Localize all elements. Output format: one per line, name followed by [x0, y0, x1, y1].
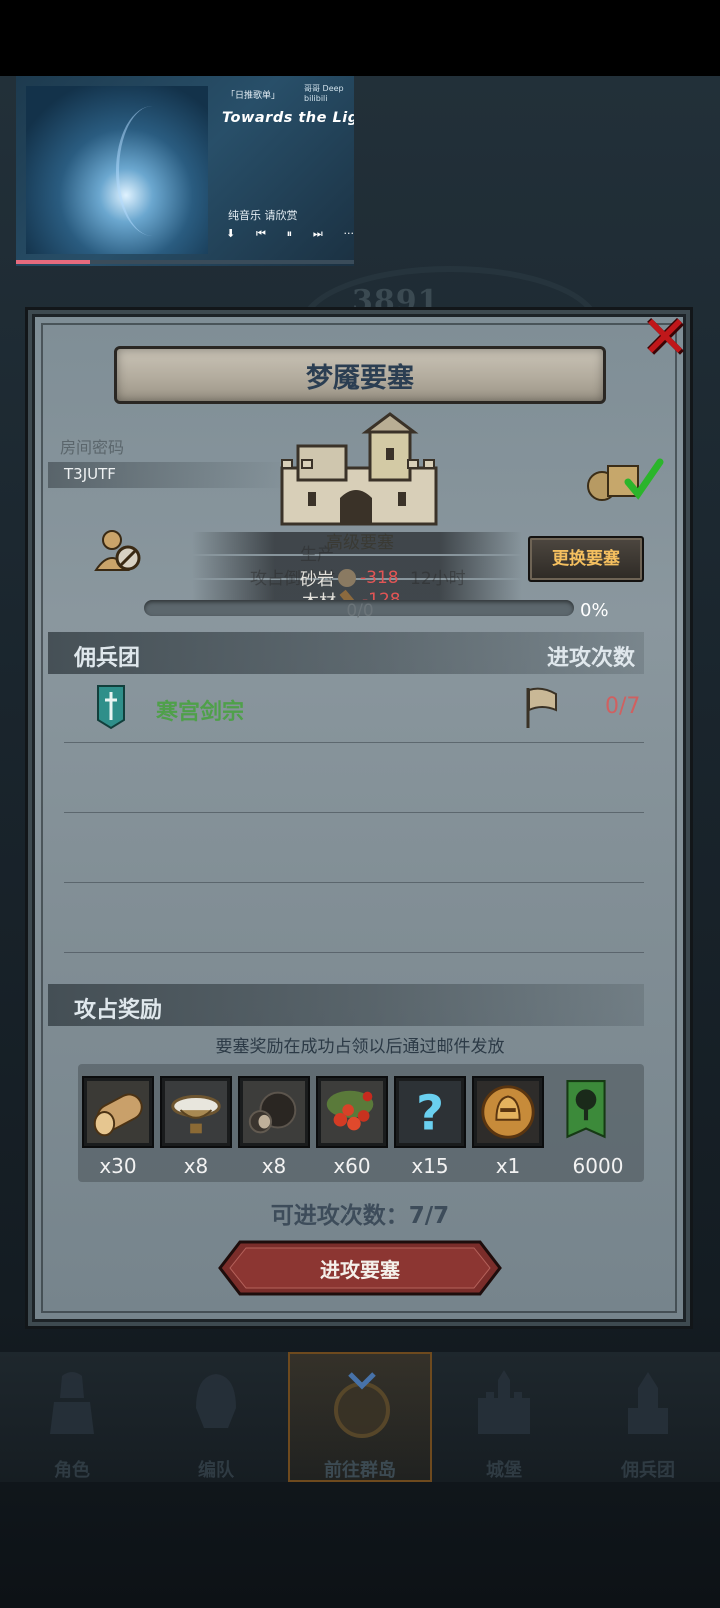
- guild-name[interactable]: 寒宫剑宗: [156, 694, 244, 726]
- row-separator: [64, 742, 644, 743]
- reward-item-truffle[interactable]: [238, 1076, 310, 1148]
- music-brand: 哥哥 Deep bilibili: [304, 84, 344, 103]
- capture-progress-percent: 0%: [580, 600, 609, 621]
- guild-attack-count: 0/7: [605, 694, 641, 719]
- collected-bags-icon: [587, 458, 664, 501]
- fortress-level: 高级要塞: [326, 533, 394, 553]
- helmet-medal-icon: [477, 1081, 539, 1143]
- reward-qty: x60: [333, 1154, 371, 1178]
- berries-icon: [321, 1081, 383, 1143]
- flag-icon: [526, 687, 557, 728]
- attack-count-header: 进攻次数: [547, 646, 636, 671]
- song-title: Towards the Light: [222, 110, 354, 126]
- reward-qty: x1: [495, 1154, 521, 1178]
- reward-qty: x30: [99, 1154, 137, 1178]
- tower-icon: [628, 1372, 668, 1434]
- truffle-icon: [243, 1081, 305, 1143]
- dialog-title: 梦魇要塞: [306, 363, 414, 394]
- more-icon[interactable]: ···: [343, 227, 354, 241]
- reward-qty: 6000: [572, 1154, 624, 1178]
- reward-item-log[interactable]: [82, 1076, 154, 1148]
- guild-sword-banner-icon: [97, 685, 125, 730]
- music-widget[interactable]: 「日推歌单」 哥哥 Deep bilibili Towards the Ligh…: [16, 76, 354, 266]
- reward-qty: x8: [261, 1154, 287, 1178]
- music-progress-fill: [16, 260, 91, 264]
- svg-text:?: ?: [416, 1085, 444, 1141]
- attack-fortress-label[interactable]: 进攻要塞: [218, 1254, 502, 1283]
- nav-label: 佣兵团: [621, 1460, 675, 1481]
- album-cover: [26, 86, 208, 254]
- resource-value: -318: [360, 567, 399, 588]
- next-icon[interactable]: ⏭: [313, 227, 323, 241]
- reward-item-mystery[interactable]: ?: [394, 1076, 466, 1148]
- question-mark-icon: ?: [399, 1081, 461, 1143]
- reward-section-title: 攻占奖励: [74, 998, 163, 1023]
- reward-qty: x15: [411, 1154, 449, 1178]
- compass-icon: [334, 1372, 390, 1438]
- row-separator: [64, 882, 644, 883]
- no-person-icon: [94, 530, 141, 571]
- room-code[interactable]: T3JUTF: [64, 465, 116, 483]
- nav-label: 前往群岛: [324, 1460, 396, 1481]
- playback-controls: ⬇ ⏮ ⏸ ⏭ ···: [226, 227, 354, 241]
- download-icon[interactable]: ⬇: [226, 227, 235, 241]
- castle-nav-icon: [478, 1370, 530, 1434]
- close-button[interactable]: ✕: [640, 308, 690, 366]
- row-separator: [64, 952, 644, 953]
- nav-label: 角色: [54, 1460, 90, 1481]
- remaining-attempts: 可进攻次数：7/7: [270, 1203, 450, 1229]
- capture-progress-count: 0/0: [346, 601, 374, 621]
- room-password-label: 房间密码: [60, 438, 125, 457]
- row-separator: [64, 812, 644, 813]
- log-icon: [87, 1081, 149, 1143]
- tree-banner-icon: [566, 1080, 606, 1139]
- playlist-tag: 「日推歌单」: [226, 91, 281, 101]
- reward-item-bowl[interactable]: [160, 1076, 232, 1148]
- nav-label: 城堡: [486, 1460, 522, 1481]
- pause-icon[interactable]: ⏸: [287, 227, 293, 241]
- change-fortress-button[interactable]: 更换要塞: [528, 536, 644, 582]
- knight-icon: [50, 1372, 94, 1434]
- bowl-icon: [165, 1081, 227, 1143]
- reward-note: 要塞奖励在成功占领以后通过邮件发放: [215, 1037, 505, 1057]
- reward-item-banner[interactable]: [550, 1076, 622, 1148]
- sandstone-icon: [338, 568, 356, 587]
- ghost-stat-hours: 12小时: [410, 569, 466, 589]
- reward-qty: x8: [183, 1154, 209, 1178]
- castle-icon: [280, 412, 438, 526]
- nav-label: 编队: [198, 1460, 234, 1481]
- reward-item-medal[interactable]: [472, 1076, 544, 1148]
- song-subtitle: 纯音乐 请欣赏: [228, 209, 298, 222]
- helmet-icon: [196, 1374, 236, 1428]
- reward-item-berries[interactable]: [316, 1076, 388, 1148]
- mercenary-section-title: 佣兵团: [74, 646, 141, 671]
- previous-icon[interactable]: ⏮: [256, 227, 266, 241]
- music-progress[interactable]: [16, 260, 354, 264]
